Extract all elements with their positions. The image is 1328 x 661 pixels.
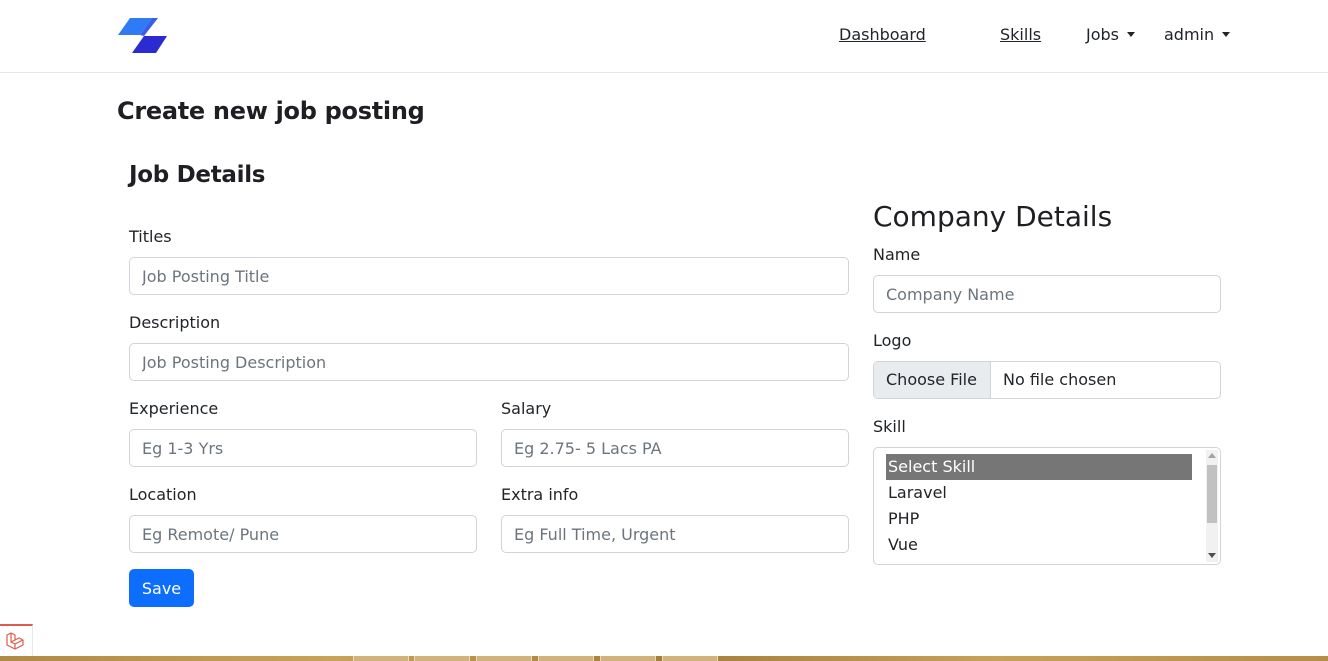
- laravel-logo-icon: [6, 632, 24, 650]
- top-navbar: Dashboard Skills Jobs admin: [0, 0, 1328, 73]
- job-description-input[interactable]: [129, 343, 849, 381]
- titles-label: Titles: [129, 227, 172, 246]
- nav-admin-label: admin: [1164, 25, 1215, 44]
- taskbar-tab[interactable]: [414, 656, 470, 661]
- company-name-input[interactable]: [873, 275, 1221, 313]
- choose-file-button[interactable]: Choose File: [874, 362, 991, 398]
- skill-scrollbar[interactable]: [1206, 450, 1218, 562]
- taskbar-tab[interactable]: [600, 656, 656, 661]
- logo-file-input[interactable]: Choose File No file chosen: [873, 361, 1221, 399]
- brand-logo-icon[interactable]: [118, 18, 168, 54]
- location-label: Location: [129, 485, 197, 504]
- taskbar-tab[interactable]: [662, 656, 718, 661]
- nav-jobs-dropdown[interactable]: Jobs: [1086, 25, 1135, 44]
- nav-admin-dropdown[interactable]: admin: [1164, 25, 1231, 44]
- page-title: Create new job posting: [117, 97, 425, 125]
- taskbar-tab[interactable]: [538, 656, 594, 661]
- extra-info-label: Extra info: [501, 485, 579, 504]
- company-details-heading: Company Details: [873, 200, 1113, 233]
- scroll-down-arrow-icon[interactable]: [1208, 553, 1216, 558]
- salary-label: Salary: [501, 399, 552, 418]
- caret-down-icon: [1127, 32, 1135, 37]
- job-title-input[interactable]: [129, 257, 849, 295]
- skill-option[interactable]: Vue: [886, 532, 1192, 558]
- caret-down-icon: [1222, 32, 1231, 37]
- nav-dashboard-link[interactable]: Dashboard: [839, 25, 926, 44]
- location-input[interactable]: [129, 515, 477, 553]
- file-status-text: No file chosen: [1003, 370, 1117, 389]
- scrollbar-thumb[interactable]: [1207, 465, 1217, 523]
- description-label: Description: [129, 313, 221, 332]
- skill-option[interactable]: Select Skill: [886, 454, 1192, 480]
- extra-info-input[interactable]: [501, 515, 849, 553]
- taskbar-tab[interactable]: [353, 656, 409, 661]
- company-name-label: Name: [873, 245, 921, 264]
- experience-input[interactable]: [129, 429, 477, 467]
- skill-label: Skill: [873, 417, 906, 436]
- save-button[interactable]: Save: [129, 569, 194, 607]
- salary-input[interactable]: [501, 429, 849, 467]
- skill-option[interactable]: Laravel: [886, 480, 1192, 506]
- job-details-heading: Job Details: [129, 162, 266, 188]
- logo-label: Logo: [873, 331, 912, 350]
- scroll-up-arrow-icon[interactable]: [1208, 453, 1216, 458]
- experience-label: Experience: [129, 399, 219, 418]
- laravel-debugbar-badge[interactable]: [0, 624, 33, 656]
- skill-option[interactable]: PHP: [886, 506, 1192, 532]
- nav-jobs-label: Jobs: [1086, 25, 1119, 44]
- nav-skills-link[interactable]: Skills: [1000, 25, 1041, 44]
- skill-multiselect[interactable]: Select Skill Laravel PHP Vue: [873, 447, 1221, 565]
- taskbar-tab[interactable]: [476, 656, 532, 661]
